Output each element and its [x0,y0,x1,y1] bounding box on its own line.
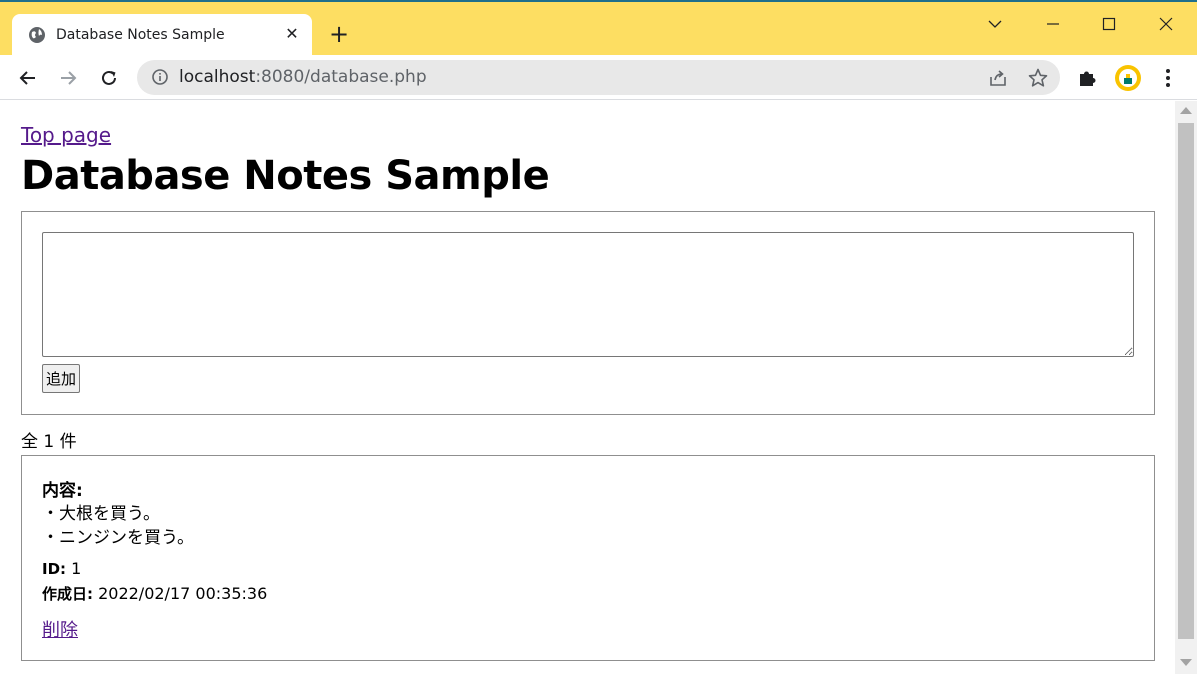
extensions-button[interactable] [1075,65,1101,91]
more-vertical-icon [1166,69,1170,87]
note-textarea[interactable] [42,232,1134,357]
tab-close-button[interactable]: ✕ [282,24,302,44]
globe-icon [29,27,45,43]
puzzle-icon [1080,71,1096,86]
minimize-button[interactable] [1033,10,1073,38]
add-button[interactable]: 追加 [42,364,81,393]
delete-link[interactable]: 削除 [42,616,78,642]
address-bar[interactable]: localhost:8080/database.php [137,60,1060,95]
content-label: 内容: [42,481,83,501]
maximize-icon [1102,17,1116,31]
tab-search-button[interactable] [975,10,1015,38]
close-window-button[interactable] [1146,10,1186,38]
minimize-icon [1047,23,1059,25]
forward-button[interactable] [55,65,81,91]
top-page-link[interactable]: Top page [21,123,111,147]
reload-icon [102,70,116,85]
chevron-down-icon [988,20,1002,28]
scroll-up-arrow[interactable] [1180,107,1192,114]
back-button[interactable] [15,65,41,91]
url-host: localhost [179,67,256,87]
window-titlebar: Database Notes Sample ✕ + [0,0,1197,57]
arrow-left-icon [19,71,35,85]
created-label: 作成日: [42,585,93,603]
scroll-thumb[interactable] [1178,123,1194,639]
id-label: ID: [42,560,67,578]
content-line: ・大根を買う。 [42,504,160,524]
note-count: 全 1 件 [21,432,77,452]
note-item: 内容: ・大根を買う。 ・ニンジンを買う。 ID: 1 作成日: 2022/02… [21,455,1155,661]
note-id: ID: 1 [42,559,81,578]
scroll-down-arrow[interactable] [1180,659,1192,666]
content-line: ・ニンジンを買う。 [42,528,194,548]
created-value: 2022/02/17 00:35:36 [93,584,268,603]
vertical-scrollbar[interactable] [1175,101,1197,674]
url-text: localhost:8080/database.php [179,67,427,87]
bookmark-star-icon[interactable] [1027,67,1049,89]
menu-button[interactable] [1155,65,1181,91]
arrow-right-icon [61,71,77,85]
note-form: 追加 [21,211,1155,415]
avatar [1115,65,1141,91]
new-tab-button[interactable]: + [326,22,352,48]
page-title: Database Notes Sample [21,153,550,199]
maximize-button[interactable] [1089,10,1129,38]
url-path: :8080/database.php [255,67,427,87]
page-viewport: Top page Database Notes Sample 追加 全 1 件 … [0,101,1175,674]
reload-button[interactable] [96,65,122,91]
info-icon[interactable] [151,68,169,86]
close-icon [1159,17,1173,31]
tab-title: Database Notes Sample [56,27,225,43]
profile-button[interactable] [1115,65,1141,91]
browser-tab[interactable]: Database Notes Sample ✕ [12,14,312,57]
id-value: 1 [66,559,82,578]
share-icon[interactable] [987,67,1009,89]
browser-toolbar: localhost:8080/database.php [0,55,1197,100]
note-created: 作成日: 2022/02/17 00:35:36 [42,583,267,604]
